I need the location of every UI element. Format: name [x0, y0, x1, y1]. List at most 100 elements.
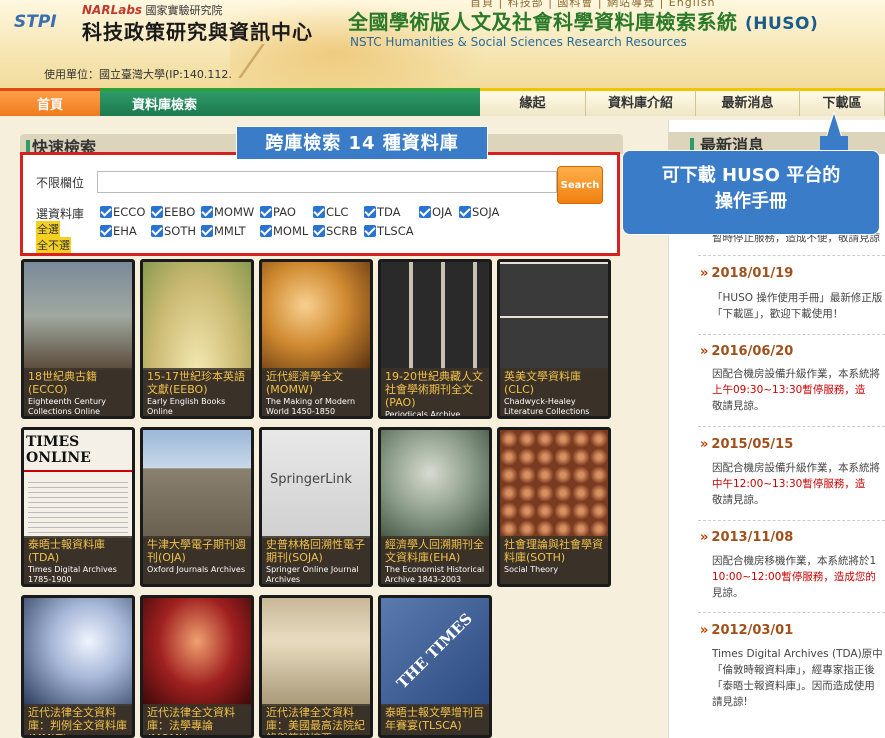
news-line: 「下載區」，歡迎下載使用！: [712, 308, 844, 320]
tile-caption: 15-17世紀珍本英語文獻(EEBO) Early English Books O…: [143, 368, 251, 416]
db-tile-soth[interactable]: 社會理論與社會學資料庫(SOTH) Social Theory: [497, 427, 611, 587]
chevron-right-icon: »: [700, 266, 709, 281]
nav-home[interactable]: 首頁: [0, 88, 100, 116]
news-date[interactable]: » 2016/06/20: [700, 344, 793, 359]
annotation-line: 可下載 HUSO 平台的: [661, 165, 841, 186]
chevron-right-icon: »: [700, 623, 709, 638]
tile-title-zh: 近代法律全文資料庫：法學專論(MOML): [147, 706, 235, 735]
tile-title-en: Oxford Journals Archives: [147, 565, 245, 574]
portraits-collage-image: [381, 262, 489, 370]
db-checkbox-tlsca[interactable]: TLSCA: [364, 224, 414, 238]
tile-title-zh: 近代法律全文資料庫：美國最高法院紀錄與答辯摘要(SCRB): [266, 706, 365, 735]
news-date-text: 2015/05/15: [711, 437, 794, 452]
news-date[interactable]: » 2013/11/08: [700, 530, 793, 545]
news-date[interactable]: » 2015/05/15: [700, 437, 793, 452]
news-divider: [698, 255, 885, 256]
db-checkbox-moml[interactable]: MOML: [260, 224, 308, 238]
news-line: 請見諒!: [712, 696, 748, 708]
search-input[interactable]: [97, 171, 557, 193]
db-label: CLC: [326, 205, 349, 219]
db-tile-momw[interactable]: 近代經濟學全文(MOMW) The Making of Modern World …: [259, 259, 373, 419]
db-checkbox-tda[interactable]: TDA: [364, 205, 401, 219]
db-tile-moml[interactable]: 近代法律全文資料庫：法學專論(MOML): [140, 595, 254, 738]
tile-title-en: Chadwyck-Healey Literature Collections: [504, 397, 590, 416]
checkbox-checked-icon: [313, 206, 325, 218]
db-label: TLSCA: [377, 224, 414, 238]
news-body: 因配合機房移機作業，本系統將於1 10:00~12:00暫停服務，造成您的 見諒。: [712, 553, 885, 601]
db-tile-clc[interactable]: 英美文學資料庫(CLC) Chadwyck-Healey Literature C…: [497, 259, 611, 419]
stpi-logo[interactable]: STPI: [14, 12, 57, 32]
org-name: 科技政策研究與資訊中心: [82, 20, 313, 44]
checkbox-checked-icon: [201, 206, 213, 218]
the-times-logo: THE TIMES: [393, 609, 476, 693]
news-date-text: 2018/01/19: [711, 266, 794, 281]
news-line: 中午12:00~13:30暫停服務，造: [712, 478, 866, 490]
db-tile-scrb[interactable]: 近代法律全文資料庫：美國最高法院紀錄與答辯摘要(SCRB): [259, 595, 373, 738]
chevron-right-icon: »: [700, 530, 709, 545]
tile-title-zh: 史普林格回溯性電子期刊(SOJA): [266, 538, 365, 564]
oxford-spires-image: [143, 430, 251, 538]
db-tile-eebo[interactable]: 15-17世紀珍本英語文獻(EEBO) Early English Books O…: [140, 259, 254, 419]
db-checkbox-pao[interactable]: PAO: [260, 205, 296, 219]
db-checkbox-ecco[interactable]: ECCO: [100, 205, 145, 219]
db-label: SOTH: [164, 224, 197, 238]
panel-bullet: [26, 140, 30, 152]
db-checkbox-clc[interactable]: CLC: [313, 205, 348, 219]
supreme-court-facade-image: [262, 598, 370, 706]
nav-database-search[interactable]: 資料庫檢索: [100, 88, 480, 116]
gavel-image: [24, 598, 132, 706]
db-checkbox-eha[interactable]: EHA: [100, 224, 137, 238]
news-line: 因配合機房移機作業，本系統將於1: [712, 555, 877, 567]
db-tile-mmlt[interactable]: 近代法律全文資料庫：判例全文資料庫(MMLT): [21, 595, 135, 738]
news-line: 上午09:30~13:30暫停服務，造: [712, 384, 866, 396]
tile-title-en: Periodicals Archive Online: [385, 410, 461, 419]
news-divider: [698, 334, 885, 335]
db-label: PAO: [273, 205, 296, 219]
main-nav: 首頁 資料庫檢索 緣起 資料庫介紹 最新消息 下載區: [0, 88, 885, 116]
annotation-line: 操作手冊: [715, 191, 787, 212]
db-checkbox-momw[interactable]: MOMW: [201, 205, 254, 219]
db-checkbox-soja[interactable]: SOJA: [459, 205, 499, 219]
news-divider: [698, 612, 885, 613]
search-button[interactable]: Search: [557, 166, 603, 204]
db-tile-pao[interactable]: 19-20世紀典藏人文社會學術期刊全文(PAO) Periodicals Arch…: [378, 259, 492, 419]
tile-caption: 近代法律全文資料庫：判例全文資料庫(MMLT): [24, 704, 132, 735]
system-abbr: (HUSO): [744, 14, 819, 34]
news-body: 因配合機房設備升級作業，本系統將 上午09:30~13:30暫停服務，造 敬請見諒。: [712, 366, 885, 414]
db-tile-eha[interactable]: 經濟學人回溯期刊全文資料庫(EHA) The Economist Historic…: [378, 427, 492, 587]
db-tile-soja[interactable]: SpringerLink 史普林格回溯性電子期刊(SOJA) Springer O…: [259, 427, 373, 587]
news-line: 「泰晤士報資料庫」。因而造成使用: [712, 680, 875, 692]
checkbox-checked-icon: [260, 225, 272, 237]
nav-origin[interactable]: 緣起: [480, 88, 586, 116]
news-line: Times Digital Archives (TDA)原中: [712, 648, 883, 660]
checkbox-checked-icon: [459, 206, 471, 218]
db-checkbox-scrb[interactable]: SCRB: [313, 224, 357, 238]
field-label: 不限欄位: [36, 176, 85, 190]
tile-caption: 近代經濟學全文(MOMW) The Making of Modern World …: [262, 368, 370, 416]
tile-title-zh: 英美文學資料庫(CLC): [504, 370, 581, 396]
db-checkbox-soth[interactable]: SOTH: [151, 224, 196, 238]
db-checkbox-eebo[interactable]: EEBO: [151, 205, 195, 219]
db-tile-tlsca[interactable]: THE TIMES 泰晤士報文學增刊百年賽宴(TLSCA): [378, 595, 492, 738]
news-line: 10:00~12:00暫停服務，造成您的: [712, 571, 876, 583]
db-checkbox-mmlt[interactable]: MMLT: [201, 224, 246, 238]
news-bullet: [690, 138, 694, 150]
springer-link-logo: SpringerLink: [270, 472, 352, 487]
checkbox-checked-icon: [100, 206, 112, 218]
db-checkbox-oja[interactable]: OJA: [419, 205, 452, 219]
chevron-right-icon: »: [700, 344, 709, 359]
nav-database-intro[interactable]: 資料庫介紹: [586, 88, 696, 116]
tile-title-zh: 近代法律全文資料庫：判例全文資料庫(MMLT): [28, 706, 127, 735]
select-all-link[interactable]: 全選: [36, 221, 60, 237]
select-none-link[interactable]: 全不選: [36, 237, 71, 253]
db-tile-oja[interactable]: 牛津大學電子期刊週刊(OJA) Oxford Journals Archives: [140, 427, 254, 587]
news-date[interactable]: » 2012/03/01: [700, 623, 793, 638]
tile-caption: 社會理論與社會學資料庫(SOTH) Social Theory: [500, 536, 608, 584]
nav-latest-news[interactable]: 最新消息: [696, 88, 800, 116]
db-tile-tda[interactable]: TIMES ONLINE 泰晤士報資料庫(TDA) Times Digital A…: [21, 427, 135, 587]
news-line: 敬請見諒。: [712, 494, 765, 506]
tile-title-en: Early English Books Online: [147, 397, 226, 416]
news-date[interactable]: » 2018/01/19: [700, 266, 793, 281]
db-tile-ecco[interactable]: 18世紀典古籍(ECCO) Eighteenth Century Collecti…: [21, 259, 135, 419]
site-header: 首頁 | 科技部 | 國科會 | 網站導覽 | English STPI NAR…: [0, 0, 885, 88]
